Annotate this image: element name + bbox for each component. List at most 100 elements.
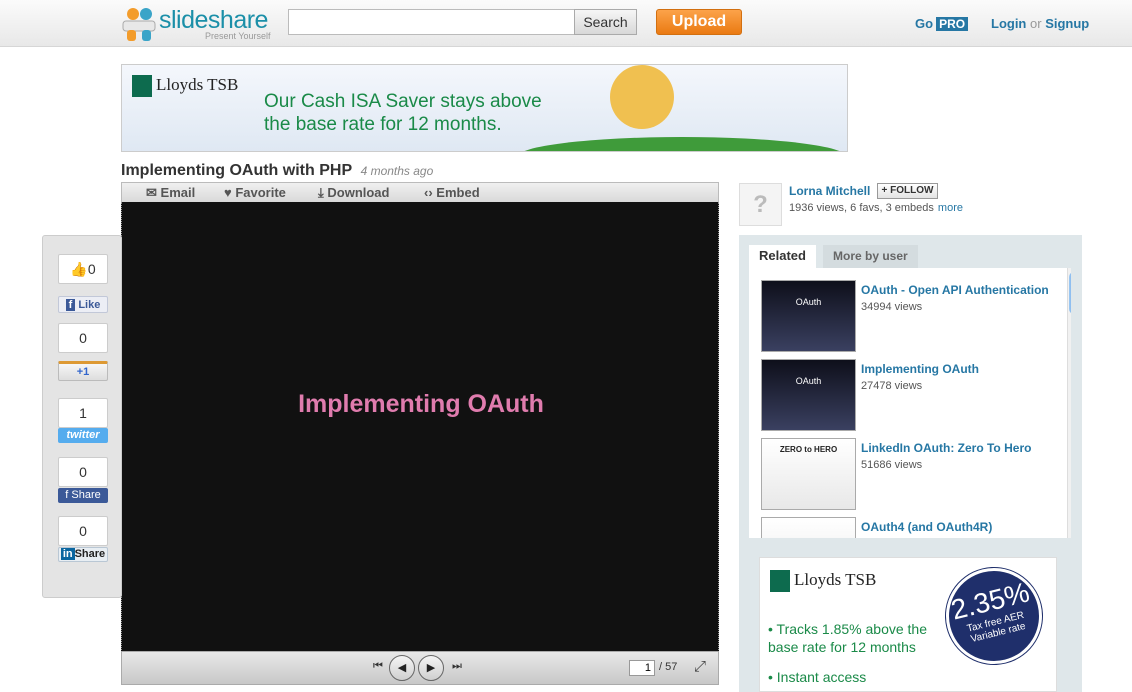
fb-share-count: 0 [58, 457, 108, 487]
related-views: 27478 views [861, 380, 923, 392]
player-controls: ⏮ ◀ ▶ ⏭ 1 / 57 ⤢ [121, 651, 719, 685]
linkedin-icon: in [60, 548, 75, 560]
tab-more-by-user[interactable]: More by user [823, 245, 918, 268]
horse-logo-icon [132, 75, 152, 98]
gplus-count: 0 [58, 323, 108, 353]
login-link[interactable]: Login [991, 16, 1026, 31]
list-item[interactable]: OAuth4 (and OAuth4R) [761, 517, 1061, 538]
or-text: or [1030, 16, 1042, 31]
fullscreen-icon[interactable]: ⤢ [694, 659, 710, 675]
hill-graphic [517, 137, 847, 151]
author-box: ? Lorna Mitchell + FOLLOW 1936 views, 6 … [739, 183, 1084, 226]
scroll-down-icon[interactable]: ▼ [1070, 522, 1071, 531]
fb-like-count: 👍0 [58, 254, 108, 284]
last-slide-icon[interactable]: ⏭ [452, 660, 462, 673]
fb-share-label: Share [71, 489, 101, 501]
thumbs-up-icon: 👍 [70, 261, 88, 277]
list-item[interactable]: ZERO to HERO LinkedIn OAuth: Zero To Her… [761, 438, 1061, 517]
presentation-header: Implementing OAuth with PHP 4 months ago [121, 162, 433, 180]
first-slide-icon[interactable]: ⏮ [373, 660, 383, 673]
twitter-count: 1 [58, 398, 108, 428]
horse-logo-icon [770, 570, 790, 593]
embed-button[interactable]: ‹› Embed [424, 185, 480, 200]
related-title[interactable]: OAuth - Open API Authentication [861, 283, 1057, 297]
page-total: / 57 [659, 661, 678, 673]
side-ad-brand-text: Lloyds TSB [794, 570, 877, 589]
side-ad-point-2: • Instant access [768, 669, 867, 685]
login-signup: Login or Signup [991, 16, 1089, 31]
search-button[interactable]: Search [574, 9, 637, 35]
list-item[interactable]: OAuth Implementing OAuth 27478 views [761, 359, 1061, 438]
gplus-button[interactable]: +1 [58, 361, 108, 381]
related-thumbnail[interactable]: OAuth [761, 280, 856, 352]
more-link[interactable]: more [938, 202, 963, 214]
author-name[interactable]: Lorna Mitchell [789, 184, 870, 198]
download-icon: ⤓ [318, 185, 324, 200]
related-scrollbar[interactable]: ▲ ▼ [1067, 268, 1071, 538]
logo-tagline: Present Yourself [205, 31, 271, 41]
prev-slide-button[interactable]: ◀ [389, 655, 415, 681]
upload-button[interactable]: Upload [656, 9, 742, 35]
go-label: Go [915, 16, 934, 31]
stats-text: 1936 views, 6 favs, 3 embeds [789, 202, 934, 214]
rate-badge: 2.35% Tax free AER Variable rate [935, 558, 1053, 675]
slide-title: Implementing OAuth [298, 390, 544, 418]
favorite-button[interactable]: ♥ Favorite [224, 185, 286, 200]
related-title[interactable]: OAuth4 (and OAuth4R) [861, 520, 1057, 534]
top-ad-banner[interactable]: Lloyds TSB Our Cash ISA Saver stays abov… [121, 64, 848, 152]
ad-brand-text: Lloyds TSB [156, 75, 239, 94]
facebook-icon: f [65, 299, 76, 311]
envelope-icon: ✉ [146, 185, 157, 200]
ad-headline: Our Cash ISA Saver stays above the base … [264, 91, 542, 135]
follow-button[interactable]: + FOLLOW [877, 183, 938, 199]
related-thumbnail[interactable] [761, 517, 856, 538]
scroll-thumb[interactable] [1069, 272, 1071, 314]
email-button[interactable]: ✉ Email [146, 185, 195, 201]
side-ad[interactable]: Lloyds TSB • Tracks 1.85% above the base… [759, 557, 1057, 692]
favorite-label: Favorite [235, 185, 286, 200]
author-stats: 1936 views, 6 favs, 3 embeds more [789, 202, 963, 214]
in-share-label: Share [74, 548, 106, 560]
related-title[interactable]: LinkedIn OAuth: Zero To Hero [861, 441, 1057, 455]
slide-player[interactable]: Implementing OAuth [121, 202, 719, 652]
related-views: 51686 views [861, 459, 923, 471]
fb-like-button[interactable]: f Like [58, 296, 108, 313]
download-label: Download [327, 185, 390, 200]
related-list: OAuth OAuth - Open API Authentication 34… [749, 268, 1071, 538]
signup-link[interactable]: Signup [1045, 16, 1089, 31]
balloon-graphic [610, 65, 674, 129]
presentation-title: Implementing OAuth with PHP [121, 162, 353, 179]
fb-like-count-value: 0 [87, 261, 96, 277]
avatar[interactable]: ? [739, 183, 782, 226]
email-label: Email [160, 185, 196, 200]
heart-icon: ♥ [224, 185, 232, 200]
search-input[interactable] [288, 9, 575, 35]
upload-age: 4 months ago [360, 164, 434, 178]
in-share-count: 0 [58, 516, 108, 546]
next-slide-button[interactable]: ▶ [418, 655, 444, 681]
page-number-input[interactable]: 1 [629, 660, 655, 676]
side-ad-brand: Lloyds TSB [770, 570, 877, 593]
list-item[interactable]: OAuth OAuth - Open API Authentication 34… [761, 280, 1061, 359]
code-icon: ‹› [424, 185, 433, 200]
fb-share-button[interactable]: f Share [58, 488, 108, 503]
pro-badge: PRO [936, 17, 969, 31]
related-thumbnail[interactable]: ZERO to HERO [761, 438, 856, 510]
fb-like-label: Like [78, 299, 101, 311]
linkedin-share-button[interactable]: in Share [58, 547, 108, 562]
go-pro-link[interactable]: Go PRO [915, 16, 969, 31]
related-title[interactable]: Implementing OAuth [861, 362, 1057, 376]
scroll-up-icon[interactable]: ▲ [1070, 506, 1071, 515]
social-share-bar: 👍0 f Like 0 +1 1 twitter 0 f Share 0 in Sh… [42, 235, 122, 598]
related-thumbnail[interactable]: OAuth [761, 359, 856, 431]
side-ad-point-1: • Tracks 1.85% above the base rate for 1… [768, 621, 927, 655]
embed-label: Embed [436, 185, 480, 200]
slideshare-logo[interactable]: slideshare Present Yourself [121, 4, 281, 44]
top-bar: slideshare Present Yourself Search Uploa… [0, 0, 1132, 47]
logo-icon [122, 8, 156, 41]
action-toolbar: ✉ Email ♥ Favorite ⤓ Download ‹› Embed [121, 182, 719, 203]
download-button[interactable]: ⤓ Download [318, 185, 389, 201]
twitter-button[interactable]: twitter [58, 428, 108, 443]
tab-related[interactable]: Related [749, 245, 816, 268]
ad-brand: Lloyds TSB [132, 75, 239, 98]
